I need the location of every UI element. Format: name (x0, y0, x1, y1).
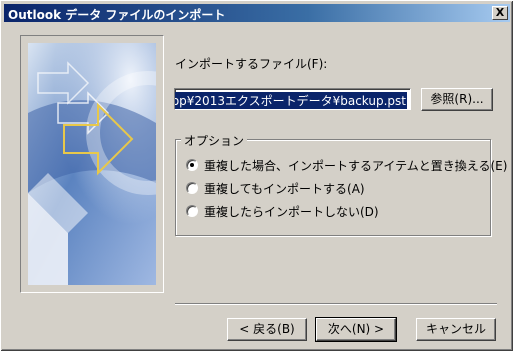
option-skip-duplicates-label: 重複したらインポートしない(D) (204, 205, 379, 219)
back-button[interactable]: < 戻る(B) (227, 318, 307, 341)
footer-separator (175, 303, 497, 305)
window-title: Outlook データ ファイルのインポート (8, 8, 226, 22)
close-button[interactable]: X (492, 6, 508, 20)
cancel-button[interactable]: キャンセル (416, 318, 496, 341)
next-button[interactable]: 次へ(N) > (315, 317, 397, 342)
radio-button[interactable] (186, 159, 198, 171)
title-bar: Outlook データ ファイルのインポート X (4, 4, 510, 22)
wizard-illustration (20, 35, 164, 293)
radio-button[interactable] (186, 205, 198, 217)
options-legend: オプション (181, 132, 248, 149)
file-label: インポートするファイル(F): (175, 57, 328, 71)
file-path-input[interactable]: Desktop¥2013エクスポートデータ¥backup.pst (174, 88, 411, 110)
browse-button[interactable]: 参照(R)... (421, 88, 493, 111)
option-allow-duplicates-label: 重複してもインポートする(A) (204, 182, 365, 196)
file-path-value: Desktop¥2013エクスポートデータ¥backup.pst (175, 92, 407, 109)
arrows-illustration-icon (28, 43, 156, 285)
option-replace-label: 重複した場合、インポートするアイテムと置き換える(E) (204, 159, 508, 173)
import-dialog: Outlook データ ファイルのインポート X インポートするファイル(F):… (0, 0, 514, 352)
radio-button[interactable] (186, 182, 198, 194)
